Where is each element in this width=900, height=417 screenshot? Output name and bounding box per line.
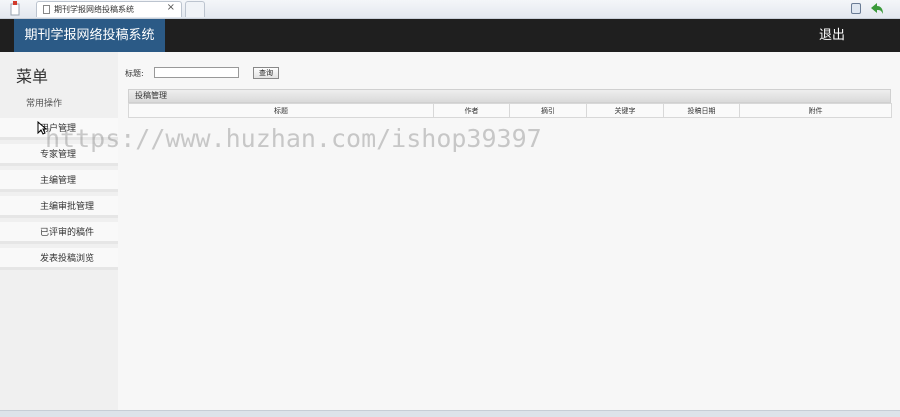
sidebar-item-reviewed[interactable]: 已评审的稿件 — [0, 222, 118, 244]
submissions-table: 标题 作者 摘引 关键字 投稿日期 附件 — [128, 103, 892, 118]
logout-button[interactable]: 退出 — [819, 19, 845, 52]
sidebar-item-experts[interactable]: 专家管理 — [0, 144, 118, 166]
sidebar-item-published[interactable]: 发表投稿浏览 — [0, 248, 118, 270]
column-header-abstract[interactable]: 摘引 — [509, 103, 587, 118]
new-tab-button[interactable] — [185, 1, 205, 17]
app-header: 期刊学报网络投稿系统 退出 — [0, 19, 900, 52]
panel-title: 投稿管理 — [128, 89, 891, 103]
tab-title: 期刊学报网络投稿系统 — [54, 5, 134, 14]
table-header-row: 标题 作者 摘引 关键字 投稿日期 附件 — [128, 103, 892, 118]
search-label: 标题: — [125, 69, 144, 78]
column-header-attachment[interactable]: 附件 — [739, 103, 892, 118]
search-button[interactable]: 查询 — [253, 67, 279, 79]
column-header-keywords[interactable]: 关键字 — [586, 103, 664, 118]
menu-title: 菜单 — [16, 67, 49, 86]
mouse-cursor-icon — [37, 121, 47, 135]
browser-tab-bar: 期刊学报网络投稿系统 × — [0, 0, 900, 19]
column-header-author[interactable]: 作者 — [433, 103, 510, 118]
sidebar-item-editors[interactable]: 主编管理 — [0, 170, 118, 192]
column-header-title[interactable]: 标题 — [128, 103, 434, 118]
sidebar-item-users[interactable]: 用户管理 — [0, 118, 118, 140]
sidebar: 菜单 常用操作 用户管理 专家管理 主编管理 主编审批管理 已评审的稿件 发表投… — [0, 52, 118, 416]
column-header-date[interactable]: 投稿日期 — [663, 103, 740, 118]
menu-group-label: 常用操作 — [26, 99, 63, 109]
sidebar-item-editor-approval[interactable]: 主编审批管理 — [0, 196, 118, 218]
page-icon — [43, 5, 50, 14]
browser-logo-icon — [10, 1, 20, 16]
close-icon[interactable]: × — [167, 2, 175, 13]
page-tools-icon[interactable] — [851, 3, 861, 14]
watermark-text: https://www.huzhan.com/ishop39397 — [45, 124, 542, 153]
app-title: 期刊学报网络投稿系统 — [14, 19, 165, 52]
title-search-input[interactable] — [154, 67, 239, 78]
back-arrow-icon[interactable] — [870, 2, 884, 15]
browser-tab[interactable]: 期刊学报网络投稿系统 × — [36, 1, 182, 17]
